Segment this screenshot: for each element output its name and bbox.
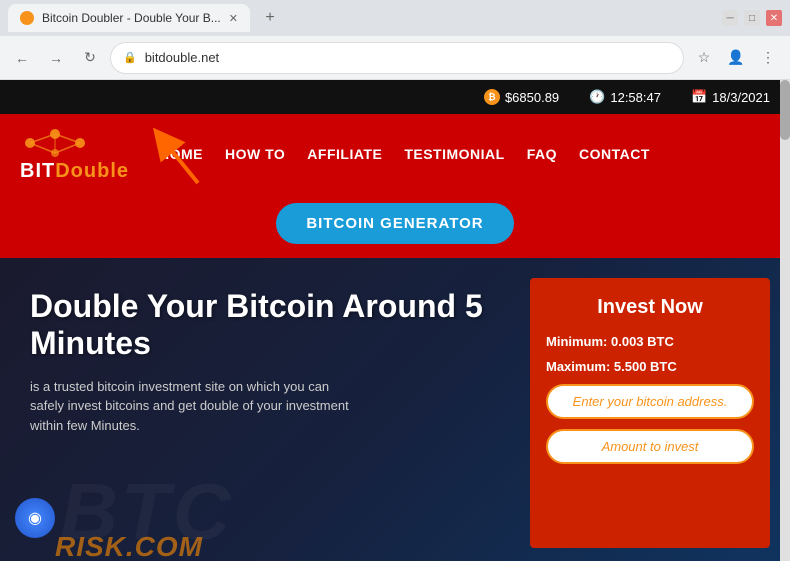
webpage-content: ₿ $6850.89 🕐 12:58:47 📅 18/3/2021 (0, 80, 790, 561)
logo-double: Double (55, 160, 129, 182)
bookmark-button[interactable]: ☆ (690, 44, 718, 72)
tab-close-button[interactable]: ✕ (229, 12, 238, 25)
maximize-button[interactable]: □ (744, 10, 760, 26)
refresh-button[interactable]: ↻ (76, 44, 104, 72)
risk-watermark: RISK.COM (55, 531, 203, 561)
address-bar[interactable]: 🔒 bitdouble.net (110, 42, 684, 74)
nav-faq[interactable]: FAQ (527, 146, 557, 162)
amount-input[interactable]: Amount to invest (546, 429, 754, 464)
nav-menu: HOME HOW TO AFFILIATE TESTIMONIAL FAQ CO… (159, 146, 650, 162)
time-value: 12:58:47 (610, 90, 661, 105)
scrollbar-thumb[interactable] (780, 80, 790, 140)
tab-favicon (20, 11, 34, 25)
menu-button[interactable]: ⋮ (754, 44, 782, 72)
circle-icon: ◉ (28, 508, 42, 528)
hero-title: Double Your Bitcoin Around 5 Minutes (30, 288, 510, 362)
url-text: bitdouble.net (145, 50, 219, 65)
browser-tab[interactable]: Bitcoin Doubler - Double Your B... ✕ (8, 4, 250, 32)
toolbar-actions: ☆ 👤 ⋮ (690, 44, 782, 72)
new-tab-button[interactable]: + (258, 6, 282, 30)
current-time: 🕐 12:58:47 (589, 89, 661, 105)
date-value: 18/3/2021 (712, 90, 770, 105)
hero-left: Double Your Bitcoin Around 5 Minutes is … (0, 258, 530, 561)
nav-contact[interactable]: CONTACT (579, 146, 650, 162)
browser-toolbar: ← → ↻ 🔒 bitdouble.net ☆ 👤 ⋮ (0, 36, 790, 80)
calendar-icon: 📅 (691, 89, 707, 105)
nav-howto[interactable]: HOW TO (225, 146, 285, 162)
top-info-bar: ₿ $6850.89 🕐 12:58:47 📅 18/3/2021 (0, 80, 790, 114)
btc-icon: ₿ (484, 89, 500, 105)
hero-subtitle: is a trusted bitcoin investment site on … (30, 377, 350, 436)
invest-panel: Invest Now Minimum: 0.003 BTC Maximum: 5… (530, 278, 770, 548)
scrollbar[interactable] (780, 80, 790, 561)
invest-minimum: Minimum: 0.003 BTC (546, 334, 754, 349)
invest-title: Invest Now (546, 296, 754, 319)
bitcoin-generator-button[interactable]: BITCOIN GENERATOR (276, 203, 513, 244)
title-bar: Bitcoin Doubler - Double Your B... ✕ + ─… (0, 0, 790, 36)
back-button[interactable]: ← (8, 44, 36, 72)
bitcoin-price: ₿ $6850.89 (484, 89, 559, 105)
bitcoin-address-input[interactable]: Enter your bitcoin address. (546, 384, 754, 419)
current-date: 📅 18/3/2021 (691, 89, 770, 105)
logo-area: BITDouble (20, 126, 129, 181)
invest-maximum: Maximum: 5.500 BTC (546, 359, 754, 374)
forward-button[interactable]: → (42, 44, 70, 72)
decorative-circle: ◉ (15, 498, 55, 538)
site-header: BITDouble HOME HOW TO AFFILIATE TESTIMON… (0, 114, 790, 193)
logo-graphic (20, 126, 90, 161)
nav-home[interactable]: HOME (159, 146, 203, 162)
tab-title: Bitcoin Doubler - Double Your B... (42, 11, 221, 25)
nav-affiliate[interactable]: AFFILIATE (307, 146, 382, 162)
clock-icon: 🕐 (589, 89, 605, 105)
button-row: BITCOIN GENERATOR (0, 193, 790, 258)
browser-window: Bitcoin Doubler - Double Your B... ✕ + ─… (0, 0, 790, 561)
lock-icon: 🔒 (123, 51, 137, 64)
hero-area: Double Your Bitcoin Around 5 Minutes is … (0, 258, 790, 561)
logo-bit: BIT (20, 160, 55, 182)
nav-testimonial[interactable]: TESTIMONIAL (404, 146, 504, 162)
close-window-button[interactable]: ✕ (766, 10, 782, 26)
account-button[interactable]: 👤 (722, 44, 750, 72)
logo-text: BITDouble (20, 161, 129, 181)
price-value: $6850.89 (505, 90, 559, 105)
minimize-button[interactable]: ─ (722, 10, 738, 26)
